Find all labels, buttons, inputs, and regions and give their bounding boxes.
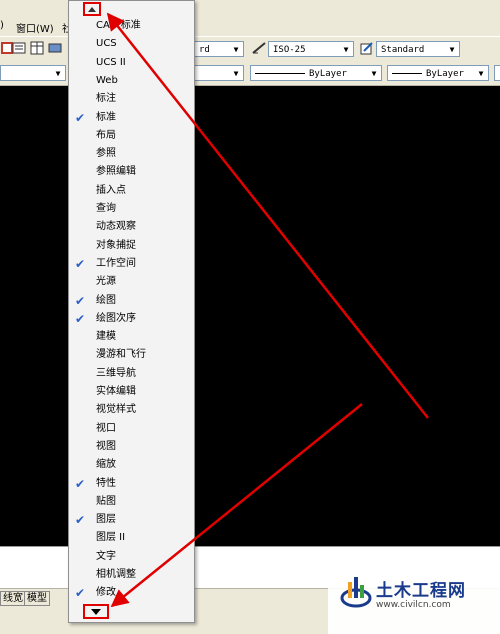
checkmark-icon: ✔ bbox=[74, 294, 86, 308]
dim-style-combo[interactable]: ISO-25 ▼ bbox=[268, 41, 354, 57]
linetype-sample bbox=[255, 73, 305, 74]
menu-scroll-down-button[interactable] bbox=[83, 604, 109, 619]
menu-item-window[interactable]: 窗口(W) bbox=[16, 20, 54, 35]
menu-item-label[interactable]: 布局 bbox=[96, 127, 116, 145]
menu-item-label[interactable]: UCS bbox=[96, 35, 117, 53]
menu-item-label[interactable]: 参照 bbox=[96, 145, 116, 163]
menu-item-label[interactable]: 插入点 bbox=[96, 182, 126, 200]
menu-item-label[interactable]: 标注 bbox=[96, 90, 116, 108]
watermark-logo-icon bbox=[340, 577, 372, 608]
lineweight-combo[interactable]: ByLayer ▼ bbox=[387, 65, 489, 81]
menu-scroll-up-button[interactable] bbox=[83, 2, 101, 16]
menu-item-label[interactable]: 绘图 bbox=[96, 292, 116, 310]
menu-item-label[interactable]: 视图 bbox=[96, 438, 116, 456]
multileader-style-icon[interactable] bbox=[48, 41, 62, 55]
menu-item-label[interactable]: 图层 II bbox=[96, 529, 125, 547]
menu-item-label[interactable]: 修改 bbox=[96, 584, 116, 602]
lineweight-toggle-button[interactable]: 线宽 bbox=[0, 591, 26, 606]
menu-item-label[interactable]: 视口 bbox=[96, 420, 116, 438]
plotstyle-combo[interactable] bbox=[494, 65, 500, 81]
menu-item-label[interactable]: 对象捕捉 bbox=[96, 237, 136, 255]
menu-item-label[interactable]: 三维导航 bbox=[96, 365, 136, 383]
checkmark-icon: ✔ bbox=[74, 111, 86, 125]
checkmark-icon: ✔ bbox=[74, 586, 86, 600]
menu-item-label[interactable]: UCS II bbox=[96, 54, 126, 72]
menu-item-label[interactable]: 相机调整 bbox=[96, 566, 136, 584]
menu-item-label[interactable]: 特性 bbox=[96, 475, 116, 493]
menu-item-partial[interactable]: ) bbox=[0, 20, 4, 31]
text-style-combo[interactable]: rd ▼ bbox=[194, 41, 244, 57]
lineweight-sample bbox=[392, 73, 422, 74]
menu-item-label[interactable]: 参照编辑 bbox=[96, 163, 136, 181]
triangle-down-icon bbox=[91, 609, 101, 615]
menu-item-label[interactable]: 图层 bbox=[96, 511, 116, 529]
menu-item-label[interactable]: 查询 bbox=[96, 200, 116, 218]
model-space-button[interactable]: 模型 bbox=[24, 591, 50, 606]
menu-item-label[interactable]: 光源 bbox=[96, 273, 116, 291]
checkmark-icon: ✔ bbox=[74, 477, 86, 491]
menu-item-label[interactable]: 视觉样式 bbox=[96, 401, 136, 419]
dimension-style-icon[interactable] bbox=[252, 41, 266, 55]
menu-item-label[interactable]: 漫游和飞行 bbox=[96, 346, 146, 364]
chevron-down-icon: ▼ bbox=[55, 69, 61, 78]
menu-item-label[interactable]: 动态观察 bbox=[96, 218, 136, 236]
checkmark-icon: ✔ bbox=[74, 257, 86, 271]
table-style-tool-icon[interactable] bbox=[360, 41, 374, 55]
layer-combo[interactable]: ▼ bbox=[0, 65, 66, 81]
chevron-down-icon: ▼ bbox=[478, 69, 484, 78]
menu-item-label[interactable]: 文字 bbox=[96, 548, 116, 566]
menu-item-label[interactable]: 建模 bbox=[96, 328, 116, 346]
menu-item-label[interactable]: Web bbox=[96, 72, 118, 90]
menu-item-label[interactable]: 实体编辑 bbox=[96, 383, 136, 401]
triangle-up-icon bbox=[88, 7, 96, 12]
checkmark-icon: ✔ bbox=[74, 312, 86, 326]
dim-style-icon[interactable] bbox=[12, 41, 26, 55]
menu-item-label[interactable]: 贴图 bbox=[96, 493, 116, 511]
chevron-down-icon: ▼ bbox=[233, 45, 239, 54]
chevron-down-icon: ▼ bbox=[449, 45, 455, 54]
watermark: 土木工程网 www.civilcn.com bbox=[328, 548, 500, 634]
menu-item-label[interactable]: CAD 标准 bbox=[96, 17, 141, 35]
menu-item-label[interactable]: 绘图次序 bbox=[96, 310, 136, 328]
watermark-url: www.civilcn.com bbox=[376, 600, 451, 610]
chevron-down-icon: ▼ bbox=[233, 69, 239, 78]
watermark-title: 土木工程网 bbox=[376, 581, 466, 601]
linetype-combo[interactable]: ByLayer ▼ bbox=[250, 65, 382, 81]
table-style-combo[interactable]: Standard ▼ bbox=[376, 41, 460, 57]
table-style-icon[interactable] bbox=[30, 41, 44, 55]
chevron-down-icon: ▼ bbox=[343, 45, 349, 54]
color-combo[interactable]: ▼ bbox=[194, 65, 244, 81]
menu-item-label[interactable]: 工作空间 bbox=[96, 255, 136, 273]
chevron-down-icon: ▼ bbox=[371, 69, 377, 78]
menu-item-label[interactable]: 缩放 bbox=[96, 456, 116, 474]
checkmark-icon: ✔ bbox=[74, 513, 86, 527]
menu-item-label[interactable]: 标准 bbox=[96, 109, 116, 127]
